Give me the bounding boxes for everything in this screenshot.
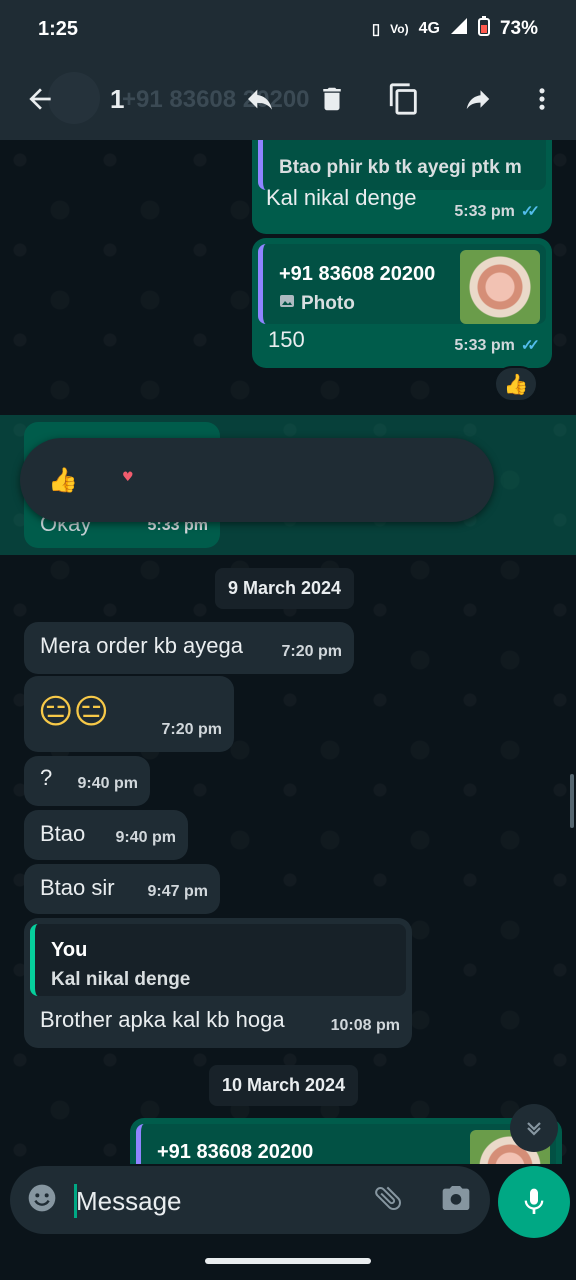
read-ticks-icon: ✓✓ bbox=[520, 203, 540, 220]
quoted-photo-message[interactable]: +91 83608 20200 Photo bbox=[258, 244, 546, 324]
date-divider: 9 March 2024 bbox=[215, 568, 355, 609]
message-incoming[interactable]: ? 9:40 pm bbox=[24, 756, 150, 806]
emoji-button[interactable] bbox=[26, 1182, 58, 1219]
selection-toolbar: +91 83608 20200 1 bbox=[0, 58, 576, 140]
camera-icon bbox=[442, 1186, 470, 1210]
attach-button[interactable] bbox=[372, 1182, 404, 1219]
photo-thumbnail bbox=[460, 250, 540, 324]
chat-area[interactable]: Btao phir kb tk ayegi ptk m Kal nikal de… bbox=[0, 140, 576, 1164]
message-incoming[interactable]: Btao sir 9:47 pm bbox=[24, 864, 220, 914]
message-time: 9:40 pm bbox=[115, 829, 176, 846]
message-time: 10:08 pm bbox=[330, 1017, 400, 1034]
message-incoming[interactable]: Btao 9:40 pm bbox=[24, 810, 188, 860]
status-time: 1:25 bbox=[38, 17, 79, 40]
message-incoming[interactable]: 😑😑 7:20 pm bbox=[24, 676, 234, 752]
date-divider: 10 March 2024 bbox=[209, 1065, 359, 1106]
voice-message-button[interactable] bbox=[498, 1166, 570, 1238]
quoted-message[interactable]: You Kal nikal denge bbox=[30, 924, 406, 996]
reaction-picker: 👍 ♥ bbox=[20, 438, 494, 522]
forward-icon bbox=[466, 90, 490, 109]
message-outgoing[interactable]: +91 83608 20200 Photo 150 5:33 pm ✓✓ bbox=[252, 238, 552, 368]
forward-button[interactable] bbox=[452, 58, 504, 140]
delete-icon bbox=[323, 87, 341, 111]
quoted-sender: +91 83608 20200 bbox=[279, 263, 436, 285]
vibrate-icon: ▯ bbox=[371, 21, 381, 38]
quoted-type: Photo bbox=[301, 293, 355, 314]
message-time: 5:33 pm bbox=[454, 203, 515, 220]
reaction-chip[interactable]: 👍 bbox=[494, 366, 538, 402]
message-time: 7:20 pm bbox=[281, 643, 342, 660]
message-time: 7:20 pm bbox=[161, 721, 222, 738]
scrollbar[interactable] bbox=[570, 774, 574, 828]
battery-level: 73% bbox=[499, 18, 538, 39]
signal-icon bbox=[450, 17, 468, 41]
reaction-option-heart[interactable]: ♥ bbox=[122, 470, 134, 485]
reply-icon bbox=[248, 89, 272, 110]
copy-icon bbox=[389, 83, 417, 115]
message-text: 150 bbox=[268, 327, 305, 352]
message-outgoing[interactable]: Btao phir kb tk ayegi ptk m Kal nikal de… bbox=[252, 140, 552, 234]
reply-button[interactable] bbox=[234, 58, 286, 140]
emoji-icon bbox=[28, 1184, 56, 1212]
message-time: 9:47 pm bbox=[147, 883, 208, 900]
double-chevron-down-icon bbox=[527, 1122, 541, 1136]
quoted-photo-message[interactable]: +91 83608 20200 bbox=[136, 1124, 556, 1164]
selected-count: 1 bbox=[110, 84, 125, 114]
message-text: Mera order kb ayega bbox=[40, 633, 243, 658]
scroll-to-bottom-button[interactable] bbox=[510, 1104, 558, 1152]
gesture-nav-handle[interactable] bbox=[205, 1258, 371, 1264]
camera-button[interactable] bbox=[440, 1182, 472, 1219]
network-label: 4G bbox=[418, 20, 440, 37]
more-options-button[interactable] bbox=[520, 58, 564, 140]
status-bar: 1:25 ▯ Vo) 4G 73% bbox=[0, 0, 576, 58]
read-ticks-icon: ✓✓ bbox=[520, 337, 540, 354]
quoted-sender: +91 83608 20200 bbox=[157, 1141, 314, 1163]
reaction-option-thumbs-up[interactable]: 👍 bbox=[48, 466, 78, 494]
quoted-text: Kal nikal denge bbox=[51, 969, 191, 990]
message-placeholder: Message bbox=[76, 1186, 182, 1216]
message-text: Btao sir bbox=[40, 875, 115, 900]
back-arrow-icon bbox=[29, 88, 51, 110]
message-input[interactable]: Message bbox=[10, 1166, 490, 1234]
photo-icon bbox=[279, 290, 295, 318]
message-time: 9:40 pm bbox=[77, 775, 138, 792]
message-text: ? bbox=[40, 765, 53, 790]
delete-button[interactable] bbox=[306, 58, 358, 140]
message-incoming[interactable]: You Kal nikal denge Brother apka kal kb … bbox=[24, 918, 412, 1048]
message-text: Brother apka kal kb hoga bbox=[40, 1007, 285, 1032]
message-incoming[interactable]: Mera order kb ayega 7:20 pm bbox=[24, 622, 354, 674]
more-vert-icon bbox=[539, 88, 545, 110]
message-outgoing[interactable]: +91 83608 20200 bbox=[130, 1118, 562, 1164]
message-time: 5:33 pm bbox=[454, 337, 515, 354]
message-emoji: 😑😑 bbox=[38, 692, 109, 732]
back-button[interactable] bbox=[14, 58, 66, 140]
message-text: Kal nikal denge bbox=[266, 185, 417, 210]
paperclip-icon bbox=[375, 1186, 401, 1211]
copy-button[interactable] bbox=[378, 58, 430, 140]
microphone-icon bbox=[524, 1188, 544, 1214]
quoted-sender: You bbox=[51, 939, 88, 961]
quoted-message[interactable]: Btao phir kb tk ayegi ptk m bbox=[258, 140, 546, 190]
volte-icon: Vo) bbox=[390, 22, 409, 36]
message-text: Btao bbox=[40, 821, 86, 846]
battery-icon bbox=[477, 16, 490, 42]
quoted-text: Btao phir kb tk ayegi ptk m bbox=[279, 157, 522, 178]
